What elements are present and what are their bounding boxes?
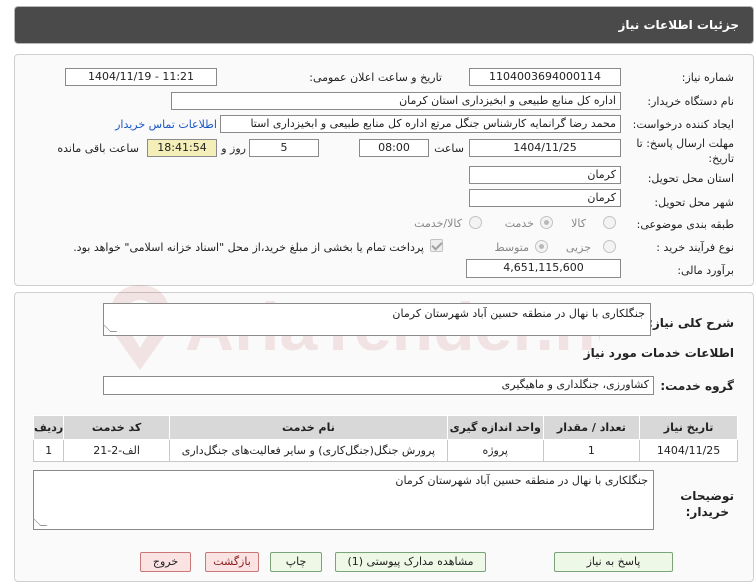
category-option-goods-service: کالا/خدمت xyxy=(414,217,462,230)
header-service-code: کد خدمت xyxy=(63,415,170,440)
cell-need-date: 1404/11/25 xyxy=(639,439,738,462)
creator-field[interactable]: محمد رضا گرانمایه کارشناس جنگل مرتع ادار… xyxy=(220,115,621,133)
need-number-label: شماره نیاز: xyxy=(681,71,734,84)
general-description-textarea[interactable]: جنگلکاری با نهال در منطقه حسین آباد شهرس… xyxy=(103,303,651,336)
cell-service-code: الف-2-21 xyxy=(63,439,170,462)
exit-button[interactable]: خروج xyxy=(140,552,191,572)
remaining-days-field[interactable]: 5 xyxy=(249,139,319,157)
print-button[interactable]: چاپ xyxy=(270,552,322,572)
category-radio-goods-service[interactable] xyxy=(469,216,482,229)
treasury-payment-note: پرداخت تمام یا بخشی از مبلغ خرید،از محل … xyxy=(73,241,424,254)
deadline-time-field[interactable]: 08:00 xyxy=(359,139,429,157)
category-option-goods: کالا xyxy=(571,217,586,230)
general-description-text: جنگلکاری با نهال در منطقه حسین آباد شهرس… xyxy=(392,307,645,320)
view-attachments-button[interactable]: مشاهده مدارک پیوستی (1) xyxy=(335,552,486,572)
header-quantity: تعداد / مقدار xyxy=(542,415,641,440)
city-field[interactable]: کرمان xyxy=(469,189,621,207)
general-description-label: شرح کلی نیاز: xyxy=(648,316,734,330)
page-header: جزئیات اطلاعات نیاز xyxy=(14,6,754,44)
header-need-date: تاریخ نیاز xyxy=(639,415,738,440)
category-radio-goods[interactable] xyxy=(603,216,616,229)
announce-date-field[interactable]: 1404/11/19 - 11:21 xyxy=(65,68,217,86)
back-button[interactable]: بازگشت xyxy=(205,552,259,572)
province-label: استان محل تحویل: xyxy=(647,172,734,185)
process-option-minor: جزیی xyxy=(565,241,591,254)
buyer-notes-label-2: خریدار: xyxy=(685,505,729,519)
treasury-payment-checkbox[interactable] xyxy=(430,239,443,252)
cell-row-number: 1 xyxy=(32,439,65,462)
cell-service-name: پرورش جنگل(جنگل‌کاری) و سایر فعالیت‌های … xyxy=(168,439,448,462)
header-service-name: نام خدمت xyxy=(168,415,448,440)
service-group-label: گروه خدمت: xyxy=(660,379,734,393)
buyer-contact-link[interactable]: اطلاعات تماس خریدار xyxy=(115,118,217,131)
days-label: روز و xyxy=(221,142,246,155)
creator-label: ایجاد کننده درخواست: xyxy=(632,118,734,131)
deadline-date-field[interactable]: 1404/11/25 xyxy=(469,139,621,157)
financial-estimate-field[interactable]: 4,651,115,600 xyxy=(466,259,621,278)
services-table-header: تاریخ نیاز تعداد / مقدار واحد اندازه گیر… xyxy=(32,415,738,440)
deadline-time-label: ساعت xyxy=(434,142,464,155)
deadline-date-label: تاریخ: xyxy=(708,152,734,165)
service-group-field[interactable]: کشاورزی، جنگلداری و ماهیگیری xyxy=(103,376,654,395)
process-type-label: نوع فرآیند خرید : xyxy=(656,241,734,254)
cell-quantity: 1 xyxy=(542,439,641,462)
announce-date-label: تاریخ و ساعت اعلان عمومی: xyxy=(309,71,442,84)
page-title: جزئیات اطلاعات نیاز xyxy=(618,18,739,32)
services-table: تاریخ نیاز تعداد / مقدار واحد اندازه گیر… xyxy=(32,415,738,462)
category-label: طبقه بندی موضوعی: xyxy=(636,218,734,231)
resize-handle-icon[interactable] xyxy=(33,519,48,526)
table-row[interactable]: 1404/11/25 1 پروژه پرورش جنگل(جنگل‌کاری)… xyxy=(32,439,738,462)
remaining-time-field: 18:41:54 xyxy=(147,139,217,157)
cell-unit: پروژه xyxy=(446,439,544,462)
buyer-org-label: نام دستگاه خریدار: xyxy=(647,95,734,108)
services-section-title: اطلاعات خدمات مورد نیاز xyxy=(583,346,734,360)
deadline-label: مهلت ارسال پاسخ: تا xyxy=(636,137,734,150)
financial-estimate-label: برآورد مالی: xyxy=(677,264,734,277)
process-radio-medium[interactable] xyxy=(535,240,548,253)
category-option-service: خدمت xyxy=(504,217,534,230)
province-field[interactable]: کرمان xyxy=(469,166,621,184)
need-number-field[interactable]: 1104003694000114 xyxy=(469,68,621,86)
buyer-notes-label: توضیحات xyxy=(680,489,734,503)
reply-to-need-button[interactable]: پاسخ به نیاز xyxy=(554,552,673,572)
process-option-medium: متوسط xyxy=(494,241,529,254)
buyer-org-field[interactable]: اداره کل منابع طبیعی و ابخیزداری استان ک… xyxy=(171,92,621,110)
header-row-number: ردیف xyxy=(32,415,65,440)
resize-handle-icon[interactable] xyxy=(103,325,118,332)
buyer-notes-textarea[interactable]: جنگلکاری با نهال در منطقه حسین آباد شهرس… xyxy=(33,470,654,530)
process-radio-minor[interactable] xyxy=(603,240,616,253)
city-label: شهر محل تحویل: xyxy=(654,196,734,209)
header-unit: واحد اندازه گیری xyxy=(446,415,544,440)
remaining-time-label: ساعت باقی مانده xyxy=(57,142,139,155)
buyer-notes-text: جنگلکاری با نهال در منطقه حسین آباد شهرس… xyxy=(395,474,648,487)
category-radio-service[interactable] xyxy=(540,216,553,229)
